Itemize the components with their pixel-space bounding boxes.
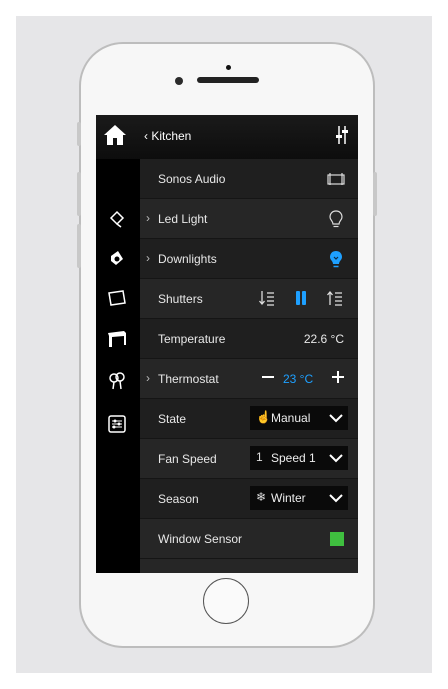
- chevron-down-icon: [329, 454, 343, 463]
- row-label: Temperature: [158, 332, 226, 346]
- setpoint-value: 23 °C: [283, 372, 314, 386]
- row-label: State: [158, 412, 187, 426]
- shutter-up-icon[interactable]: [326, 289, 344, 307]
- lightbulb-outline-icon[interactable]: [326, 209, 346, 229]
- phone-frame: ‹ Kitchen Sonos Audio › Led Light › Down…: [77, 42, 377, 648]
- hand-icon: ☝: [256, 410, 271, 424]
- temperature-value: 22.6 °C: [303, 332, 344, 346]
- power-button: [373, 172, 377, 216]
- row-season: Season ❄ Winter: [140, 479, 358, 519]
- increase-button[interactable]: [328, 367, 348, 387]
- row-label: Shutters: [158, 292, 203, 306]
- row-led-light[interactable]: › Led Light: [140, 199, 358, 239]
- row-label: Thermostat: [158, 372, 219, 386]
- expand-chevron-icon: ›: [146, 211, 150, 225]
- row-shutters: Shutters: [140, 279, 358, 319]
- lightbulb-active-icon[interactable]: [326, 249, 346, 269]
- row-label: Led Light: [158, 212, 208, 226]
- mute-switch: [77, 122, 81, 146]
- row-label: Window Sensor: [158, 532, 243, 546]
- speaker-icon[interactable]: [106, 247, 128, 269]
- top-bar: ‹ Kitchen: [96, 115, 358, 159]
- control-panel-icon[interactable]: [106, 413, 128, 435]
- chevron-down-icon: [329, 494, 343, 503]
- shutter-stop-icon[interactable]: [292, 289, 310, 307]
- fan-speed-select[interactable]: 1 Speed 1: [250, 446, 348, 470]
- snowflake-icon: ❄: [256, 490, 267, 504]
- volume-down-button: [77, 224, 81, 268]
- volume-up-button: [77, 172, 81, 216]
- home-icon[interactable]: [103, 124, 127, 146]
- row-state: State ☝ Manual: [140, 399, 358, 439]
- row-label: Season: [158, 492, 199, 506]
- row-sonos-audio[interactable]: Sonos Audio: [140, 159, 358, 199]
- expand-chevron-icon[interactable]: ›: [146, 371, 150, 385]
- selected-value: Winter: [271, 491, 306, 505]
- sidebar: [96, 159, 140, 573]
- row-downlights[interactable]: › Downlights: [140, 239, 358, 279]
- earpiece-speaker: [197, 77, 259, 83]
- row-window-sensor: Window Sensor: [140, 519, 358, 559]
- row-thermostat: › Thermostat 23 °C: [140, 359, 358, 399]
- speed-level-icon: 1: [256, 450, 263, 464]
- row-label: Fan Speed: [158, 452, 217, 466]
- state-select[interactable]: ☝ Manual: [250, 406, 348, 430]
- table-icon[interactable]: [106, 327, 128, 349]
- decrease-button[interactable]: [258, 367, 278, 387]
- front-sensor: [226, 65, 231, 70]
- speaker-dock-icon[interactable]: [326, 169, 346, 189]
- settings-sliders-icon[interactable]: [334, 125, 350, 145]
- chevron-down-icon: [329, 414, 343, 423]
- shutter-down-icon[interactable]: [258, 289, 276, 307]
- season-select[interactable]: ❄ Winter: [250, 486, 348, 510]
- selected-value: Manual: [271, 411, 311, 425]
- row-temperature: Temperature 22.6 °C: [140, 319, 358, 359]
- expand-chevron-icon: ›: [146, 251, 150, 265]
- back-kitchen-link[interactable]: ‹ Kitchen: [144, 129, 191, 143]
- sensor-status-indicator: [330, 532, 344, 546]
- lamp-icon[interactable]: [106, 207, 128, 229]
- app-screen: ‹ Kitchen Sonos Audio › Led Light › Down…: [96, 115, 358, 573]
- row-label: Downlights: [158, 252, 217, 266]
- phone-home-button: [203, 578, 249, 624]
- row-label: Sonos Audio: [158, 172, 226, 186]
- window-icon[interactable]: [106, 287, 128, 309]
- row-fan-speed: Fan Speed 1 Speed 1: [140, 439, 358, 479]
- device-list: Sonos Audio › Led Light › Downlights Shu…: [140, 159, 358, 573]
- selected-value: Speed 1: [271, 451, 316, 465]
- front-camera: [175, 77, 183, 85]
- tree-icon[interactable]: [106, 369, 128, 391]
